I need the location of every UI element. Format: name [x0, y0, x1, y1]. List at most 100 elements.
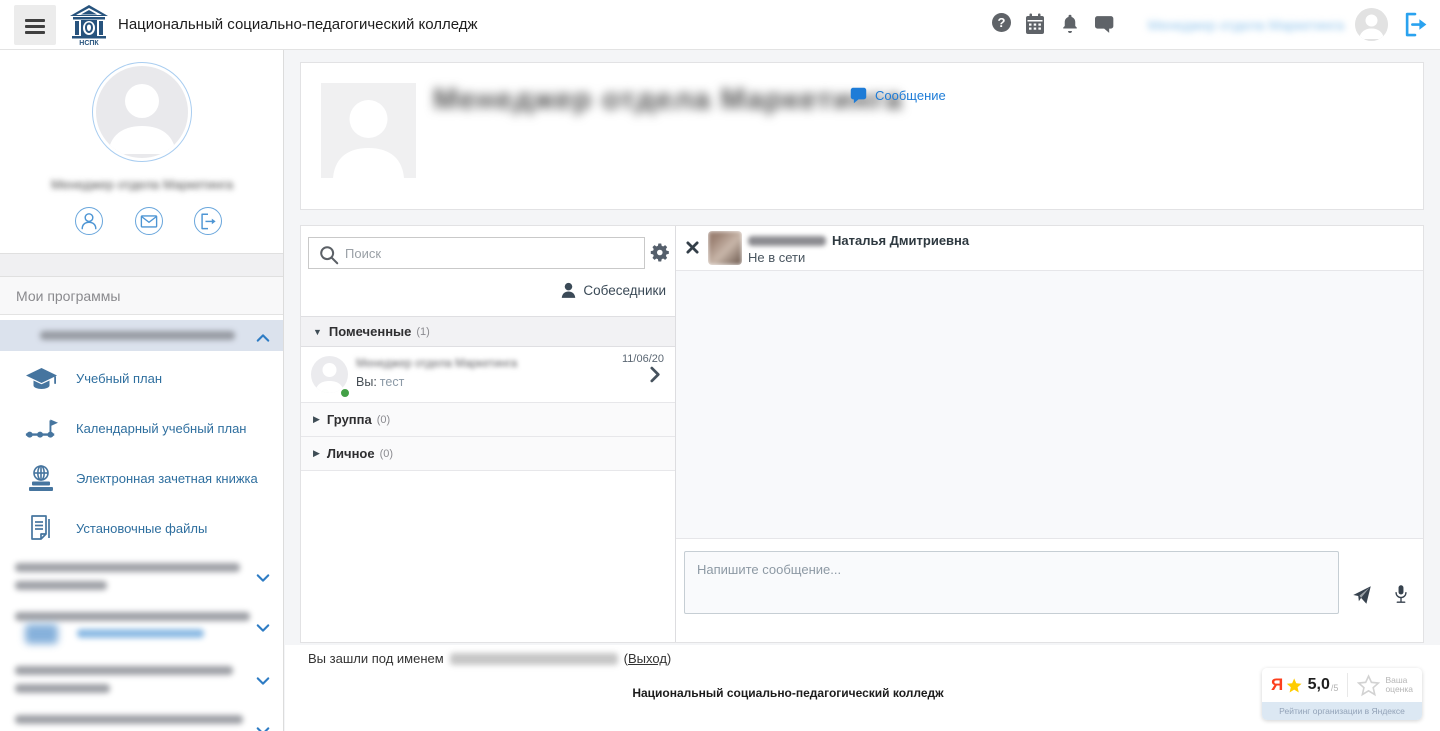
sidebar-item-setup-files[interactable]: Установочные файлы [0, 503, 284, 553]
redacted-contact-surname [748, 236, 826, 246]
paren-close: ) [667, 651, 671, 666]
sidebar-divider-strip [0, 253, 284, 277]
topbar-user-name[interactable]: Менеджер отдела Маркетинга [1148, 0, 1344, 50]
preview-text: тест [380, 375, 405, 389]
chevron-right-icon [650, 366, 661, 388]
sidebar: Менеджер отдела Маркетинга Мои программы [0, 50, 284, 731]
footer-college-name: Национальный социально-педагогический ко… [285, 686, 1291, 700]
graduation-cap-icon [24, 365, 58, 392]
sidebar-profile-name: Менеджер отдела Маркетинга [0, 177, 284, 192]
message-input[interactable] [684, 551, 1339, 614]
yandex-rating-badge[interactable]: Я 5,0 /5 Ваша оценка Рейтинг организ [1262, 668, 1422, 720]
chat-contact-name: Наталья Дмитриевна [832, 233, 969, 248]
close-icon[interactable] [686, 241, 699, 259]
college-logo[interactable]: НСПК [68, 4, 110, 52]
conversation-preview: Вы:тест [356, 375, 404, 389]
chevron-down-icon [256, 570, 270, 588]
conversation-date: 11/06/20 [622, 353, 664, 365]
hamburger-menu-button[interactable] [14, 5, 56, 45]
profile-mail-icon[interactable] [135, 207, 163, 235]
search-input[interactable] [309, 238, 644, 268]
contacts-link[interactable]: Собеседники [561, 282, 666, 298]
chat-input-zone [676, 539, 1423, 642]
logged-in-line: Вы зашли под именем (Выход) [308, 651, 671, 666]
profile-header-card: Менеджер отдела Маркетинга Сообщение [300, 62, 1424, 210]
sidebar-item-label: Календарный учебный план [76, 421, 246, 436]
sidebar-item-label: Учебный план [76, 371, 162, 386]
main-content: Менеджер отдела Маркетинга Сообщение [285, 50, 1440, 731]
chevron-up-icon [256, 330, 270, 348]
conversation-name: Менеджер отдела Маркетинга [356, 358, 517, 370]
files-icon [24, 514, 58, 542]
app-root: НСПК Национальный социально-педагогическ… [0, 0, 1440, 731]
section-label: Помеченные [329, 324, 411, 339]
redacted-footer-user-name [450, 653, 618, 665]
page-footer: Вы зашли под именем (Выход) Национальный… [285, 645, 1440, 731]
section-starred[interactable]: ▼ Помеченные (1) [301, 316, 675, 347]
redacted-program-name [40, 331, 235, 340]
send-icon[interactable] [1352, 585, 1372, 610]
caret-right-icon: ▶ [313, 414, 320, 425]
preview-prefix: Вы: [356, 375, 377, 389]
sidebar-item-label: Установочные файлы [76, 521, 207, 536]
rating-value: 5,0 [1308, 676, 1330, 694]
caret-down-icon: ▼ [313, 327, 322, 337]
logout-link[interactable]: Выход [628, 651, 667, 666]
my-programs-heading: Мои программы [0, 277, 284, 315]
chevron-down-icon [256, 673, 270, 691]
section-count: (0) [377, 414, 390, 426]
chevron-down-icon [256, 620, 270, 638]
send-message-label: Сообщение [875, 88, 946, 103]
section-count: (1) [416, 326, 429, 338]
messages-bubble-icon[interactable] [1095, 15, 1115, 39]
profile-logout-icon[interactable] [194, 207, 222, 235]
notifications-bell-icon[interactable] [1061, 13, 1079, 40]
calendar-icon[interactable] [1025, 13, 1045, 40]
logged-in-prefix: Вы зашли под именем [308, 651, 444, 666]
message-bubble-icon [849, 87, 868, 104]
chevron-down-icon [256, 723, 270, 731]
logo-caption: НСПК [79, 40, 99, 47]
your-rating-label: Ваша оценка [1385, 676, 1413, 695]
gradebook-icon [24, 464, 58, 492]
yandex-logo: Я [1271, 675, 1283, 695]
caret-right-icon: ▶ [313, 448, 320, 459]
section-private[interactable]: ▶ Личное (0) [301, 437, 675, 471]
gear-icon[interactable] [650, 242, 671, 268]
top-bar: НСПК Национальный социально-педагогическ… [0, 0, 1440, 50]
profile-page-title: Менеджер отдела Маркетинга [433, 83, 903, 117]
section-count: (0) [380, 448, 393, 460]
your-rating-line2: оценка [1385, 684, 1413, 694]
conversation-item[interactable]: Менеджер отдела Маркетинга Вы:тест 11/06… [301, 347, 675, 403]
milestones-icon [24, 415, 58, 441]
section-label: Группа [327, 412, 372, 427]
logout-icon[interactable] [1401, 9, 1429, 45]
chat-contact-avatar [708, 231, 742, 265]
sidebar-item-curriculum[interactable]: Учебный план [0, 353, 284, 403]
sidebar-item-label: Электронная зачетная книжка [76, 471, 258, 486]
your-rating-line1: Ваша [1385, 675, 1407, 685]
person-icon [561, 282, 576, 298]
chat-column: Наталья Дмитриевна Не в сети [675, 226, 1423, 642]
star-filled-icon [1286, 677, 1302, 694]
profile-person-icon[interactable] [75, 207, 103, 235]
rating-max: /5 [1331, 683, 1339, 693]
message-search [308, 237, 645, 269]
star-outline-icon [1357, 674, 1380, 697]
section-label: Личное [327, 446, 375, 461]
sidebar-item-gradebook[interactable]: Электронная зачетная книжка [0, 453, 284, 503]
sidebar-item-calendar-curriculum[interactable]: Календарный учебный план [0, 403, 284, 453]
conversations-column: Собеседники ▼ Помеченные (1) Мене [301, 226, 675, 642]
yandex-badge-caption: Рейтинг организации в Яндексе [1262, 702, 1422, 720]
chat-contact-status: Не в сети [748, 250, 805, 265]
help-icon[interactable]: ? [992, 13, 1011, 32]
send-message-link[interactable]: Сообщение [849, 87, 946, 104]
topbar-avatar[interactable] [1355, 8, 1388, 41]
sidebar-active-program[interactable] [0, 320, 284, 351]
section-group[interactable]: ▶ Группа (0) [301, 403, 675, 437]
chat-messages-area[interactable] [676, 270, 1423, 539]
site-title: Национальный социально-педагогический ко… [118, 0, 478, 50]
microphone-icon[interactable] [1393, 583, 1409, 611]
sidebar-profile-avatar[interactable] [92, 62, 192, 162]
chat-header: Наталья Дмитриевна Не в сети [676, 226, 1423, 270]
